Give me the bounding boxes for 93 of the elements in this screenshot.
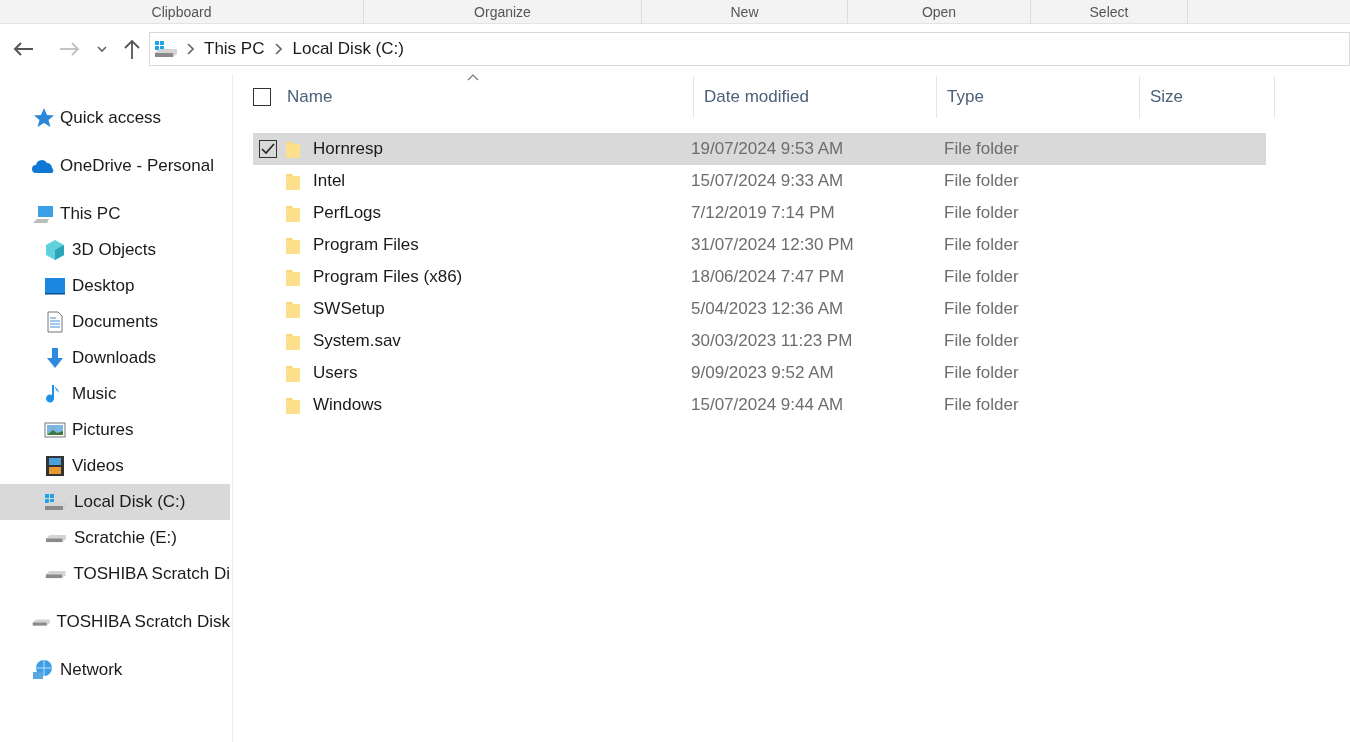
date-modified: 15/07/2024 9:33 AM xyxy=(691,171,844,191)
cube-icon xyxy=(44,239,66,261)
chevron-icon xyxy=(274,43,283,55)
picture-icon xyxy=(44,419,66,441)
nav-item[interactable]: Quick access xyxy=(0,100,230,136)
file-name: Hornresp xyxy=(313,139,383,159)
file-row[interactable]: Program Files (x86) 18/06/2024 7:47 PM File folder xyxy=(253,261,1266,293)
file-row[interactable]: Intel 15/07/2024 9:33 AM File folder xyxy=(253,165,1266,197)
nav-item[interactable]: OneDrive - Personal xyxy=(0,148,230,184)
file-name: Users xyxy=(313,363,358,383)
nav-item[interactable]: TOSHIBA Scratch Di xyxy=(0,556,230,592)
nav-item[interactable]: Local Disk (C:) xyxy=(0,484,230,520)
file-row[interactable]: PerfLogs 7/12/2019 7:14 PM File folder xyxy=(253,197,1266,229)
sort-ascending-icon xyxy=(467,74,479,81)
file-name: Intel xyxy=(313,171,346,191)
file-row[interactable]: Hornresp 19/07/2024 9:53 AM File folder xyxy=(253,133,1266,165)
file-name: SWSetup xyxy=(313,299,385,319)
file-row[interactable]: Users 9/09/2023 9:52 AM File folder xyxy=(253,357,1266,389)
ribbon-group-label: New xyxy=(730,3,759,20)
date-modified: 19/07/2024 9:53 AM xyxy=(691,139,844,159)
file-name: System.sav xyxy=(313,331,401,351)
breadcrumb[interactable]: This PC xyxy=(202,39,267,59)
folder-icon xyxy=(286,300,300,318)
file-row[interactable]: System.sav 30/03/2023 11:23 PM File folder xyxy=(253,325,1266,357)
file-type: File folder xyxy=(944,395,1019,415)
nav-item[interactable]: Downloads xyxy=(0,340,230,376)
file-type: File folder xyxy=(944,139,1019,159)
file-type: File folder xyxy=(944,363,1019,383)
date-modified: 31/07/2024 12:30 PM xyxy=(691,235,854,255)
file-type: File folder xyxy=(944,299,1019,319)
file-name: Program Files (x86) xyxy=(313,267,463,287)
folder-icon xyxy=(286,364,300,382)
ribbon-group-label: Select xyxy=(1089,3,1129,20)
nav-item[interactable]: Desktop xyxy=(0,268,230,304)
row-checkbox[interactable] xyxy=(259,140,277,158)
date-modified: 15/07/2024 9:44 AM xyxy=(691,395,844,415)
folder-icon xyxy=(286,172,300,190)
date-modified: 18/06/2024 7:47 PM xyxy=(691,267,845,287)
nav-item[interactable]: Documents xyxy=(0,304,230,340)
breadcrumb[interactable]: Local Disk (C:) xyxy=(290,39,406,59)
computer-icon xyxy=(32,203,54,225)
nav-item[interactable]: Pictures xyxy=(0,412,230,448)
address-bar[interactable]: This PC Local Disk (C:) xyxy=(149,32,1350,66)
file-type: File folder xyxy=(944,267,1019,287)
file-type: File folder xyxy=(944,331,1019,351)
folder-icon xyxy=(286,268,300,286)
column-header[interactable]: Type xyxy=(947,87,984,107)
back-button[interactable] xyxy=(12,41,34,57)
file-name: Windows xyxy=(313,395,382,415)
nav-item[interactable]: This PC xyxy=(0,196,230,232)
drive-icon xyxy=(32,617,51,627)
select-all-checkbox[interactable] xyxy=(253,88,271,106)
download-arrow-icon xyxy=(44,347,66,369)
date-modified: 9/09/2023 9:52 AM xyxy=(691,363,834,383)
folder-icon xyxy=(286,204,300,222)
globe-icon xyxy=(32,659,54,681)
nav-item[interactable]: Scratchie (E:) xyxy=(0,520,230,556)
date-modified: 7/12/2019 7:14 PM xyxy=(691,203,835,223)
column-header[interactable]: Name xyxy=(287,87,333,107)
date-modified: 5/04/2023 12:36 AM xyxy=(691,299,844,319)
desktop-icon xyxy=(44,275,66,297)
file-row[interactable]: SWSetup 5/04/2023 12:36 AM File folder xyxy=(253,293,1266,325)
nav-item[interactable]: Network xyxy=(0,652,230,688)
folder-icon xyxy=(286,140,300,158)
ribbon-group-label: Clipboard xyxy=(151,3,212,20)
column-header[interactable]: Size xyxy=(1150,87,1184,107)
ribbon-group-label: Organize xyxy=(474,3,531,20)
file-name: PerfLogs xyxy=(313,203,382,223)
file-name: Program Files xyxy=(313,235,419,255)
recent-locations-button[interactable] xyxy=(97,45,107,53)
chevron-icon xyxy=(186,43,194,55)
file-type: File folder xyxy=(944,171,1019,191)
star-icon xyxy=(32,107,54,129)
folder-icon xyxy=(286,236,300,254)
folder-icon xyxy=(286,396,300,414)
drive-icon xyxy=(44,569,68,579)
ribbon-group-label: Open xyxy=(921,3,957,20)
nav-item[interactable]: Videos xyxy=(0,448,230,484)
date-modified: 30/03/2023 11:23 PM xyxy=(691,331,853,351)
document-icon xyxy=(44,311,66,333)
file-type: File folder xyxy=(944,235,1019,255)
system-drive-icon xyxy=(154,40,178,58)
nav-item[interactable]: Music xyxy=(0,376,230,412)
file-row[interactable]: Program Files 31/07/2024 12:30 PM File folder xyxy=(253,229,1266,261)
nav-item[interactable]: TOSHIBA Scratch Disk xyxy=(0,604,230,640)
file-type: File folder xyxy=(944,203,1019,223)
film-icon xyxy=(44,455,66,477)
column-header[interactable]: Date modified xyxy=(704,87,809,107)
nav-item[interactable]: 3D Objects xyxy=(0,232,230,268)
folder-icon xyxy=(286,332,300,350)
file-row[interactable]: Windows 15/07/2024 9:44 AM File folder xyxy=(253,389,1266,421)
up-button[interactable] xyxy=(123,38,141,60)
drive-icon xyxy=(44,533,68,543)
